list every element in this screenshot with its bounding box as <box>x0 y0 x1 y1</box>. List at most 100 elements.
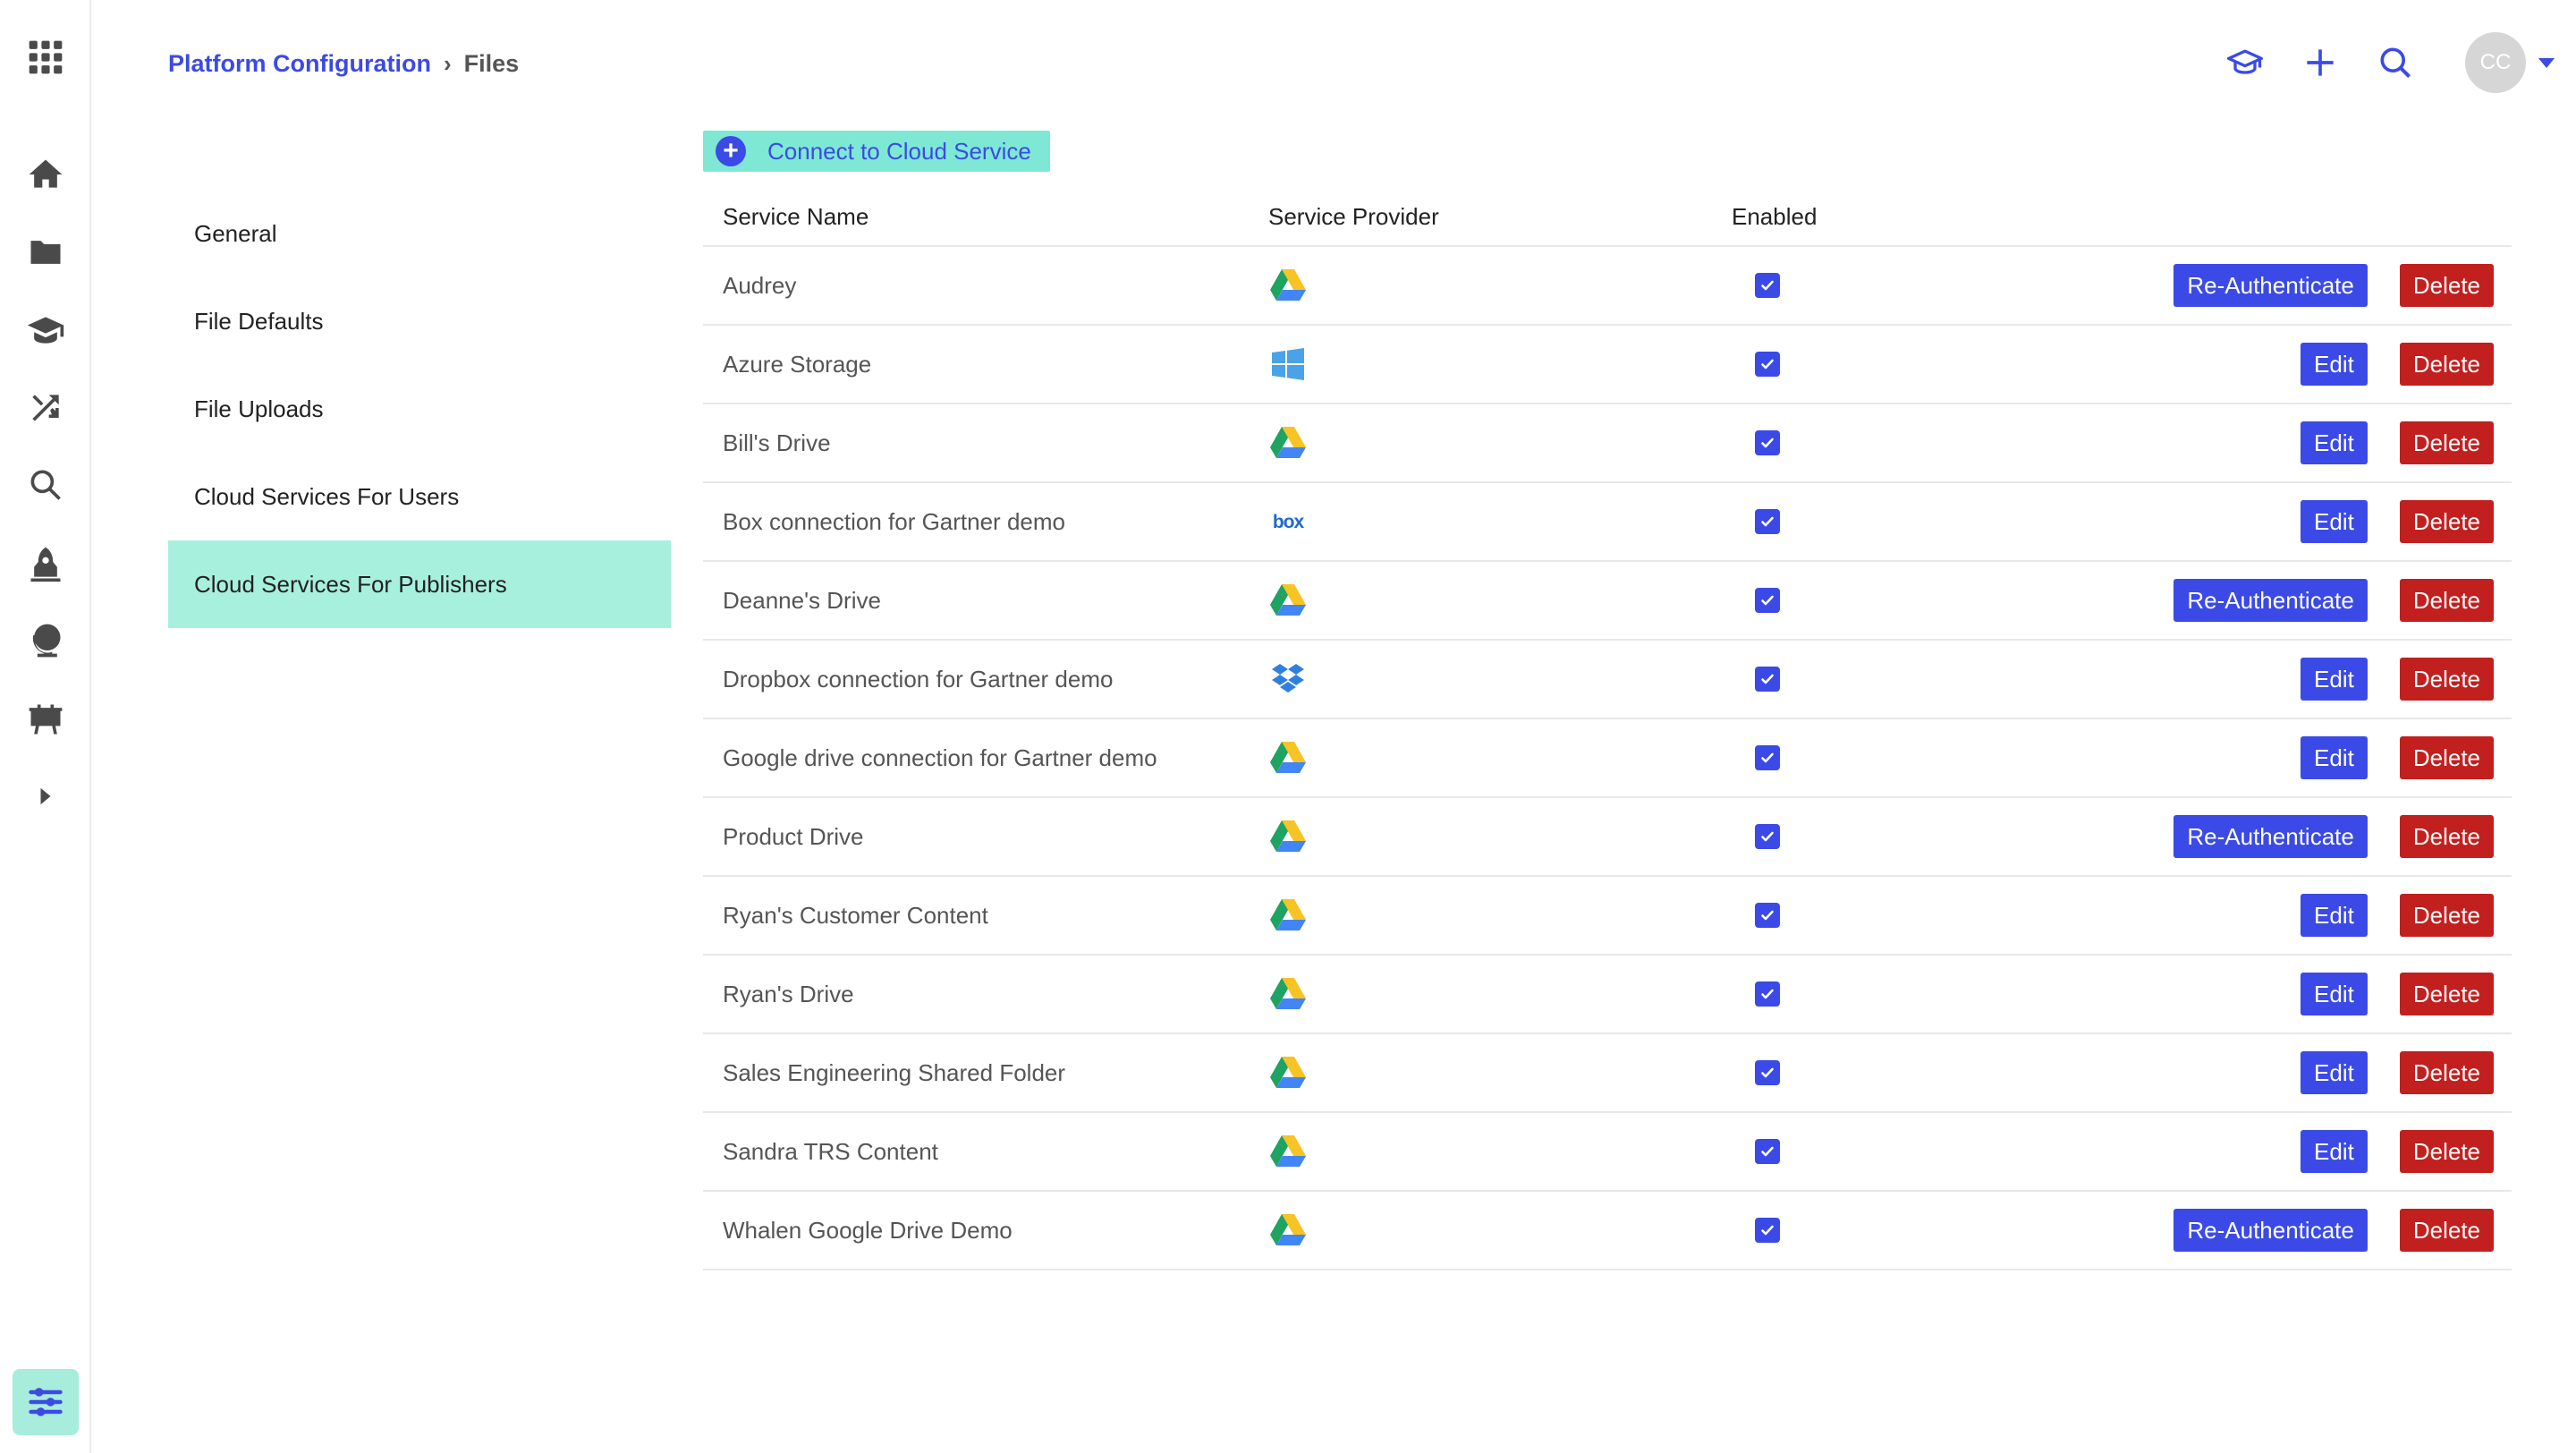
edit-button[interactable]: Edit <box>2301 343 2368 386</box>
enabled-checkbox[interactable] <box>1755 509 1780 534</box>
service-name: Audrey <box>723 271 797 299</box>
enabled-checkbox[interactable] <box>1755 981 1780 1007</box>
google-drive-icon <box>1245 1132 1726 1171</box>
subnav-item-cloud-services-users[interactable]: Cloud Services For Users <box>168 453 671 540</box>
azure-icon <box>1245 344 1726 384</box>
subnav-item-general[interactable]: General <box>168 190 671 277</box>
enabled-checkbox[interactable] <box>1755 430 1780 455</box>
connect-cloud-service-button[interactable]: + Connect to Cloud Service <box>703 131 1050 172</box>
presentation-icon[interactable] <box>24 698 67 741</box>
table-row: Ryan's Customer Content Edit Delete <box>703 877 2512 956</box>
user-menu-chevron-down-icon[interactable] <box>2538 57 2555 68</box>
enabled-checkbox[interactable] <box>1755 352 1780 377</box>
service-name: Bill's Drive <box>723 429 831 456</box>
table-row: Dropbox connection for Gartner demo Edit D… <box>703 641 2512 719</box>
files-subnav: General File Defaults File Uploads Cloud… <box>168 190 671 628</box>
settings-sliders-icon[interactable] <box>13 1369 79 1435</box>
enabled-checkbox[interactable] <box>1755 1060 1780 1085</box>
breadcrumb-parent-link[interactable]: Platform Configuration <box>168 50 431 78</box>
table-row: Box connection for Gartner demo box Edit De… <box>703 483 2512 562</box>
column-header-service-name: Service Name <box>723 202 869 230</box>
plus-circle-icon: + <box>716 136 746 166</box>
table-row: Azure Storage Edit Delete <box>703 326 2512 404</box>
enabled-checkbox[interactable] <box>1755 667 1780 692</box>
rocket-icon[interactable] <box>24 542 67 585</box>
delete-button[interactable]: Delete <box>2399 658 2494 701</box>
delete-button[interactable]: Delete <box>2399 973 2494 1015</box>
shuffle-icon[interactable] <box>24 387 67 429</box>
folder-icon[interactable] <box>24 231 67 274</box>
delete-button[interactable]: Delete <box>2399 500 2494 543</box>
table-row: Ryan's Drive Edit Delete <box>703 956 2512 1034</box>
google-drive-icon <box>1245 1211 1726 1250</box>
service-name: Box connection for Gartner demo <box>723 507 1065 535</box>
google-drive-icon <box>1245 974 1726 1014</box>
delete-button[interactable]: Delete <box>2399 343 2494 386</box>
apps-grid-icon[interactable] <box>24 36 67 79</box>
edit-button[interactable]: Edit <box>2301 894 2368 937</box>
add-icon[interactable] <box>2295 38 2345 88</box>
re-authenticate-button[interactable]: Re-Authenticate <box>2174 264 2368 307</box>
edit-button[interactable]: Edit <box>2301 421 2368 464</box>
delete-button[interactable]: Delete <box>2399 1051 2494 1094</box>
enabled-checkbox[interactable] <box>1755 1139 1780 1164</box>
table-body: Audrey Re-Authenticate Delete Azure Storage… <box>703 247 2512 1270</box>
expand-icon[interactable] <box>24 775 67 818</box>
table-row: Bill's Drive Edit Delete <box>703 404 2512 483</box>
table-row: Whalen Google Drive Demo Re-Authenticate D… <box>703 1192 2512 1270</box>
delete-button[interactable]: Delete <box>2399 736 2494 779</box>
delete-button[interactable]: Delete <box>2399 264 2494 307</box>
globe-icon[interactable] <box>24 619 67 662</box>
table-row: Audrey Re-Authenticate Delete <box>703 247 2512 326</box>
cloud-services-table: Service Name Service Provider Enabled Au… <box>703 188 2512 1270</box>
graduation-cap-icon[interactable] <box>24 309 67 352</box>
breadcrumb-current: Files <box>463 50 520 77</box>
enabled-checkbox[interactable] <box>1755 745 1780 770</box>
column-header-service-provider: Service Provider <box>1268 202 1439 230</box>
enabled-checkbox[interactable] <box>1755 824 1780 849</box>
table-row: Google drive connection for Gartner demo… <box>703 719 2512 798</box>
subnav-item-cloud-services-publishers[interactable]: Cloud Services For Publishers <box>168 540 671 628</box>
enabled-checkbox[interactable] <box>1755 273 1780 298</box>
edit-button[interactable]: Edit <box>2301 500 2368 543</box>
service-name: Deanne's Drive <box>723 586 881 614</box>
search-icon[interactable] <box>2370 38 2420 88</box>
google-drive-icon <box>1245 1053 1726 1092</box>
service-name: Ryan's Customer Content <box>723 901 988 929</box>
edit-button[interactable]: Edit <box>2301 658 2368 701</box>
connect-cloud-service-label: Connect to Cloud Service <box>767 137 1031 165</box>
column-header-enabled: Enabled <box>1732 202 1818 230</box>
re-authenticate-button[interactable]: Re-Authenticate <box>2174 579 2368 622</box>
google-drive-icon <box>1245 896 1726 935</box>
re-authenticate-button[interactable]: Re-Authenticate <box>2174 1209 2368 1252</box>
enabled-checkbox[interactable] <box>1755 1218 1780 1243</box>
service-name: Whalen Google Drive Demo <box>723 1216 1013 1244</box>
breadcrumb-separator: › <box>443 50 452 77</box>
learning-cap-icon[interactable] <box>2220 38 2270 88</box>
box-icon: box <box>1245 502 1726 541</box>
table-row: Sandra TRS Content Edit Delete <box>703 1113 2512 1192</box>
delete-button[interactable]: Delete <box>2399 815 2494 858</box>
re-authenticate-button[interactable]: Re-Authenticate <box>2174 815 2368 858</box>
subnav-item-file-defaults[interactable]: File Defaults <box>168 277 671 365</box>
delete-button[interactable]: Delete <box>2399 421 2494 464</box>
delete-button[interactable]: Delete <box>2399 579 2494 622</box>
delete-button[interactable]: Delete <box>2399 1130 2494 1173</box>
edit-button[interactable]: Edit <box>2301 1051 2368 1094</box>
avatar[interactable]: CC <box>2465 32 2526 93</box>
search-icon[interactable] <box>24 463 67 506</box>
google-drive-icon <box>1245 581 1726 620</box>
table-header: Service Name Service Provider Enabled <box>703 188 2512 247</box>
edit-button[interactable]: Edit <box>2301 736 2368 779</box>
service-name: Azure Storage <box>723 350 872 378</box>
delete-button[interactable]: Delete <box>2399 1209 2494 1252</box>
delete-button[interactable]: Delete <box>2399 894 2494 937</box>
enabled-checkbox[interactable] <box>1755 588 1780 613</box>
home-icon[interactable] <box>24 153 67 196</box>
table-row: Product Drive Re-Authenticate Delete <box>703 798 2512 877</box>
service-name: Ryan's Drive <box>723 980 854 1007</box>
enabled-checkbox[interactable] <box>1755 903 1780 928</box>
edit-button[interactable]: Edit <box>2301 1130 2368 1173</box>
edit-button[interactable]: Edit <box>2301 973 2368 1015</box>
subnav-item-file-uploads[interactable]: File Uploads <box>168 365 671 453</box>
